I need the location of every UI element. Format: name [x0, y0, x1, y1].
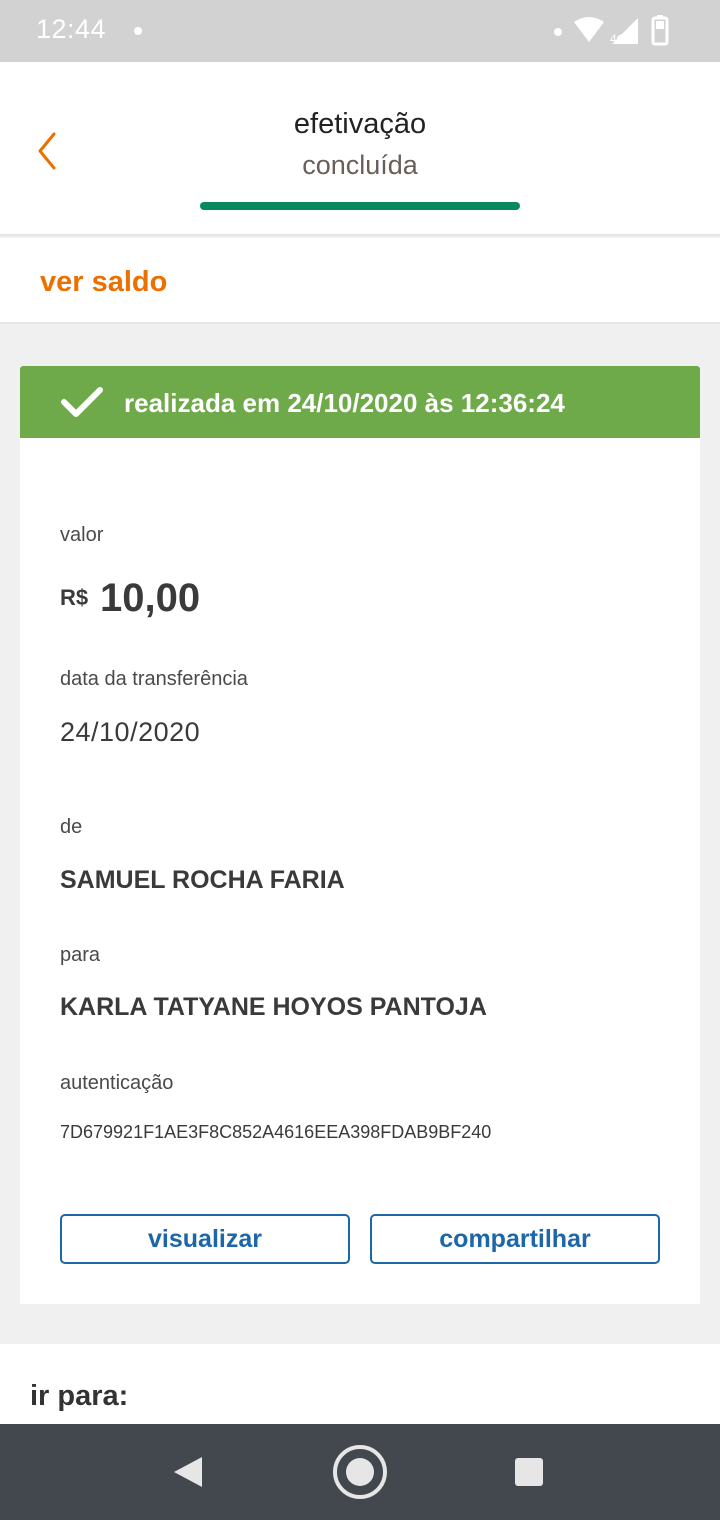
from-value: SAMUEL ROCHA FARIA: [60, 866, 345, 894]
ver-saldo-link[interactable]: ver saldo: [40, 266, 167, 299]
view-button[interactable]: visualizar: [60, 1214, 350, 1264]
saldo-bar: ver saldo: [0, 238, 720, 324]
notification-dot-icon: [134, 27, 142, 35]
navigation-bar: [0, 1424, 720, 1520]
to-label: para: [60, 944, 101, 966]
goto-section: ir para:: [0, 1344, 720, 1424]
currency-symbol: R$: [60, 585, 89, 610]
nav-home-icon[interactable]: [332, 1444, 388, 1500]
date-value: 24/10/2020: [60, 717, 201, 747]
status-time: 12:44: [36, 14, 107, 44]
check-icon: [61, 387, 103, 417]
status-icons: 4G: [552, 14, 692, 48]
from-label: de: [60, 816, 83, 838]
success-banner: realizada em 24/10/2020 às 12:36:24: [20, 366, 700, 438]
nav-recents-icon[interactable]: [514, 1457, 544, 1487]
receipt-card: realizada em 24/10/2020 às 12:36:24 valo…: [20, 366, 700, 1304]
status-dot2-icon: [554, 28, 562, 36]
header: efetivação concluída: [0, 62, 720, 236]
status-bar: 12:44 4G: [0, 0, 720, 62]
share-button[interactable]: compartilhar: [370, 1214, 660, 1264]
date-label: data da transferência: [60, 668, 248, 690]
network-type: 4G: [610, 32, 627, 46]
auth-label: autenticação: [60, 1072, 174, 1094]
page-subtitle: concluída: [302, 150, 418, 180]
wifi-icon: [574, 17, 604, 42]
page-title: efetivação: [293, 108, 427, 140]
valor-label: valor: [60, 524, 104, 546]
goto-label: ir para:: [30, 1380, 129, 1412]
to-value: KARLA TATYANE HOYOS PANTOJA: [60, 993, 487, 1021]
banner-text: realizada em 24/10/2020 às 12:36:24: [124, 388, 565, 418]
auth-code: 7D679921F1AE3F8C852A4616EEA398FDAB9BF240: [60, 1122, 492, 1142]
amount-value: 10,00: [100, 576, 201, 620]
nav-back-icon[interactable]: [172, 1455, 204, 1489]
progress-indicator: [200, 202, 520, 210]
